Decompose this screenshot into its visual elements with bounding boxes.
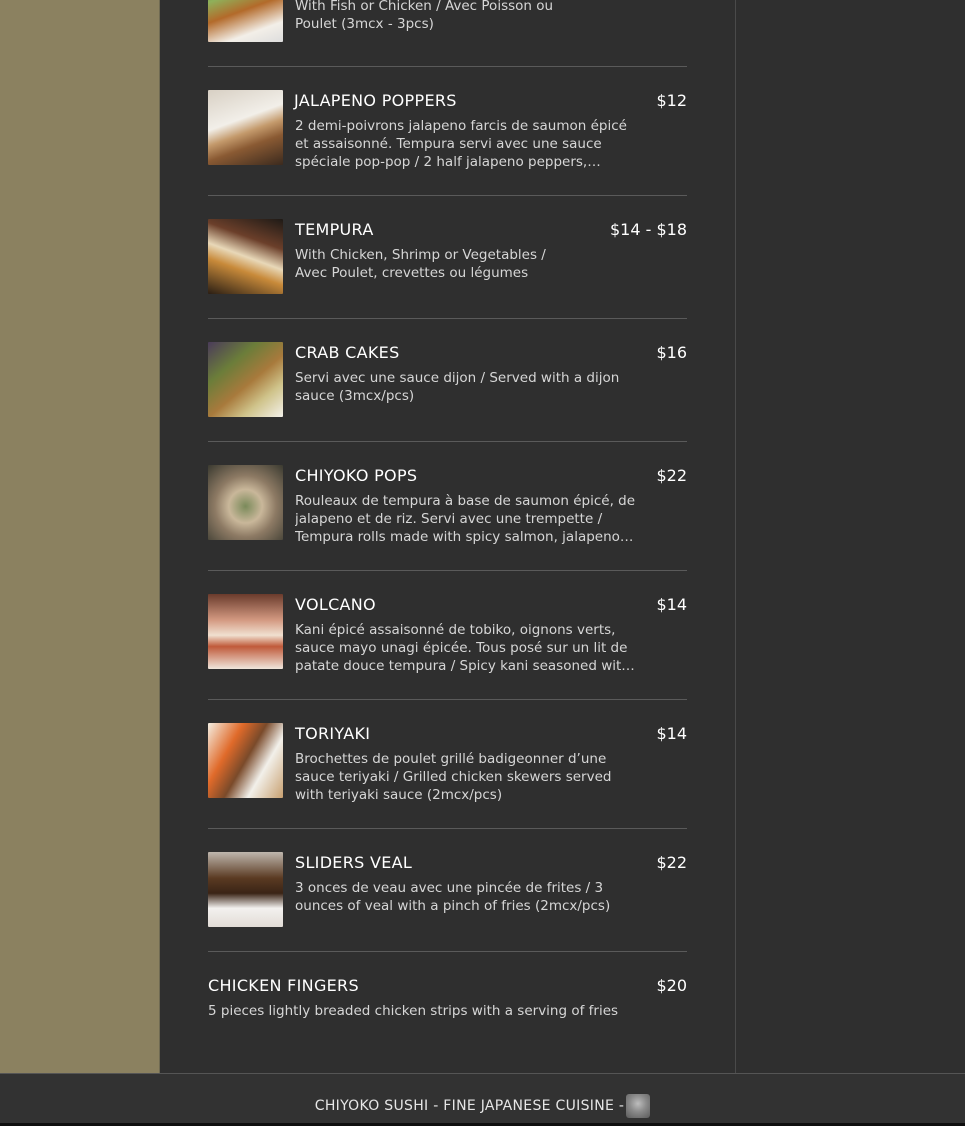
item-price: $14 bbox=[656, 724, 687, 743]
toriyaki-photo-icon bbox=[208, 723, 283, 798]
menu-item-chiyoko-pops[interactable]: CHIYOKO POPS $22 Rouleaux de tempura à b… bbox=[208, 465, 687, 550]
item-description: 5 pieces lightly breaded chicken strips … bbox=[208, 1003, 619, 1019]
item-divider bbox=[208, 570, 687, 571]
footer-content: CHIYOKO SUSHI - FINE JAPANESE CUISINE - bbox=[0, 1094, 965, 1118]
item-description: With Fish or Chicken / Avec Poisson ou P… bbox=[295, 0, 554, 32]
item-price: $20 bbox=[656, 976, 687, 995]
item-description: Kani épicé assaisonné de tobiko, oignons… bbox=[295, 622, 630, 674]
volcano-photo-icon bbox=[208, 594, 283, 669]
crab-cakes-photo-icon bbox=[208, 342, 283, 417]
right-sidebar-panel bbox=[735, 0, 965, 1073]
item-description: With Chicken, Shrimp or Vegetables / Ave… bbox=[295, 247, 546, 281]
dish-photo-icon bbox=[208, 0, 283, 42]
item-divider bbox=[208, 828, 687, 829]
item-name: JALAPENO POPPERS bbox=[294, 91, 457, 110]
item-name: CRAB CAKES bbox=[295, 343, 400, 362]
item-name: TEMPURA bbox=[295, 220, 374, 239]
item-price: $14 bbox=[656, 595, 687, 614]
jalapeno-poppers-photo-icon bbox=[208, 90, 283, 165]
footer-text: CHIYOKO SUSHI - FINE JAPANESE CUISINE - bbox=[314, 1098, 625, 1114]
menu-item-jalapeno-poppers[interactable]: JALAPENO POPPERS $12 2 demi-poivrons jal… bbox=[208, 90, 687, 175]
tempura-photo-icon bbox=[208, 219, 283, 294]
item-name: VOLCANO bbox=[295, 595, 376, 614]
menu-item-top-partial: With Fish or Chicken / Avec Poisson ou P… bbox=[208, 0, 687, 42]
left-sidebar-panel bbox=[0, 0, 160, 1073]
item-description: Brochettes de poulet grillé badigeonner … bbox=[295, 751, 612, 803]
item-divider bbox=[208, 951, 687, 952]
item-price: $16 bbox=[656, 343, 687, 362]
item-description: 3 onces de veau avec une pincée de frite… bbox=[295, 880, 611, 914]
menu-item-volcano[interactable]: VOLCANO $14 Kani épicé assaisonné de tob… bbox=[208, 594, 687, 679]
chiyoko-pops-photo-icon bbox=[208, 465, 283, 540]
item-divider bbox=[208, 441, 687, 442]
item-price: $22 bbox=[656, 853, 687, 872]
item-name: CHIYOKO POPS bbox=[295, 466, 418, 485]
item-name: TORIYAKI bbox=[295, 724, 371, 743]
menu-item-crab-cakes[interactable]: CRAB CAKES $16 Servi avec une sauce dijo… bbox=[208, 342, 687, 422]
item-divider bbox=[208, 699, 687, 700]
site-footer: CHIYOKO SUSHI - FINE JAPANESE CUISINE - bbox=[0, 1073, 965, 1126]
sliders-veal-photo-icon bbox=[208, 852, 283, 927]
chiyoko-logo-icon[interactable] bbox=[626, 1094, 651, 1118]
item-description: Servi avec une sauce dijon / Served with… bbox=[295, 370, 620, 404]
menu-item-toriyaki[interactable]: TORIYAKI $14 Brochettes de poulet grillé… bbox=[208, 723, 687, 808]
item-price: $12 bbox=[656, 91, 687, 110]
item-price: $22 bbox=[656, 466, 687, 485]
item-price: $14 - $18 bbox=[609, 220, 687, 239]
menu-item-tempura[interactable]: TEMPURA $14 - $18 With Chicken, Shrimp o… bbox=[208, 219, 687, 299]
item-name: SLIDERS VEAL bbox=[295, 853, 413, 872]
item-description: Rouleaux de tempura à base de saumon épi… bbox=[295, 493, 636, 545]
item-divider bbox=[208, 195, 687, 196]
item-name: CHICKEN FINGERS bbox=[208, 976, 359, 995]
item-description: 2 demi-poivrons jalapeno farcis de saumo… bbox=[295, 118, 627, 170]
item-divider bbox=[208, 318, 687, 319]
item-divider bbox=[208, 66, 687, 67]
menu-item-sliders-veal[interactable]: SLIDERS VEAL $22 3 onces de veau avec un… bbox=[208, 852, 687, 932]
menu-item-chicken-fingers[interactable]: CHICKEN FINGERS $20 5 pieces lightly bre… bbox=[208, 975, 687, 1025]
